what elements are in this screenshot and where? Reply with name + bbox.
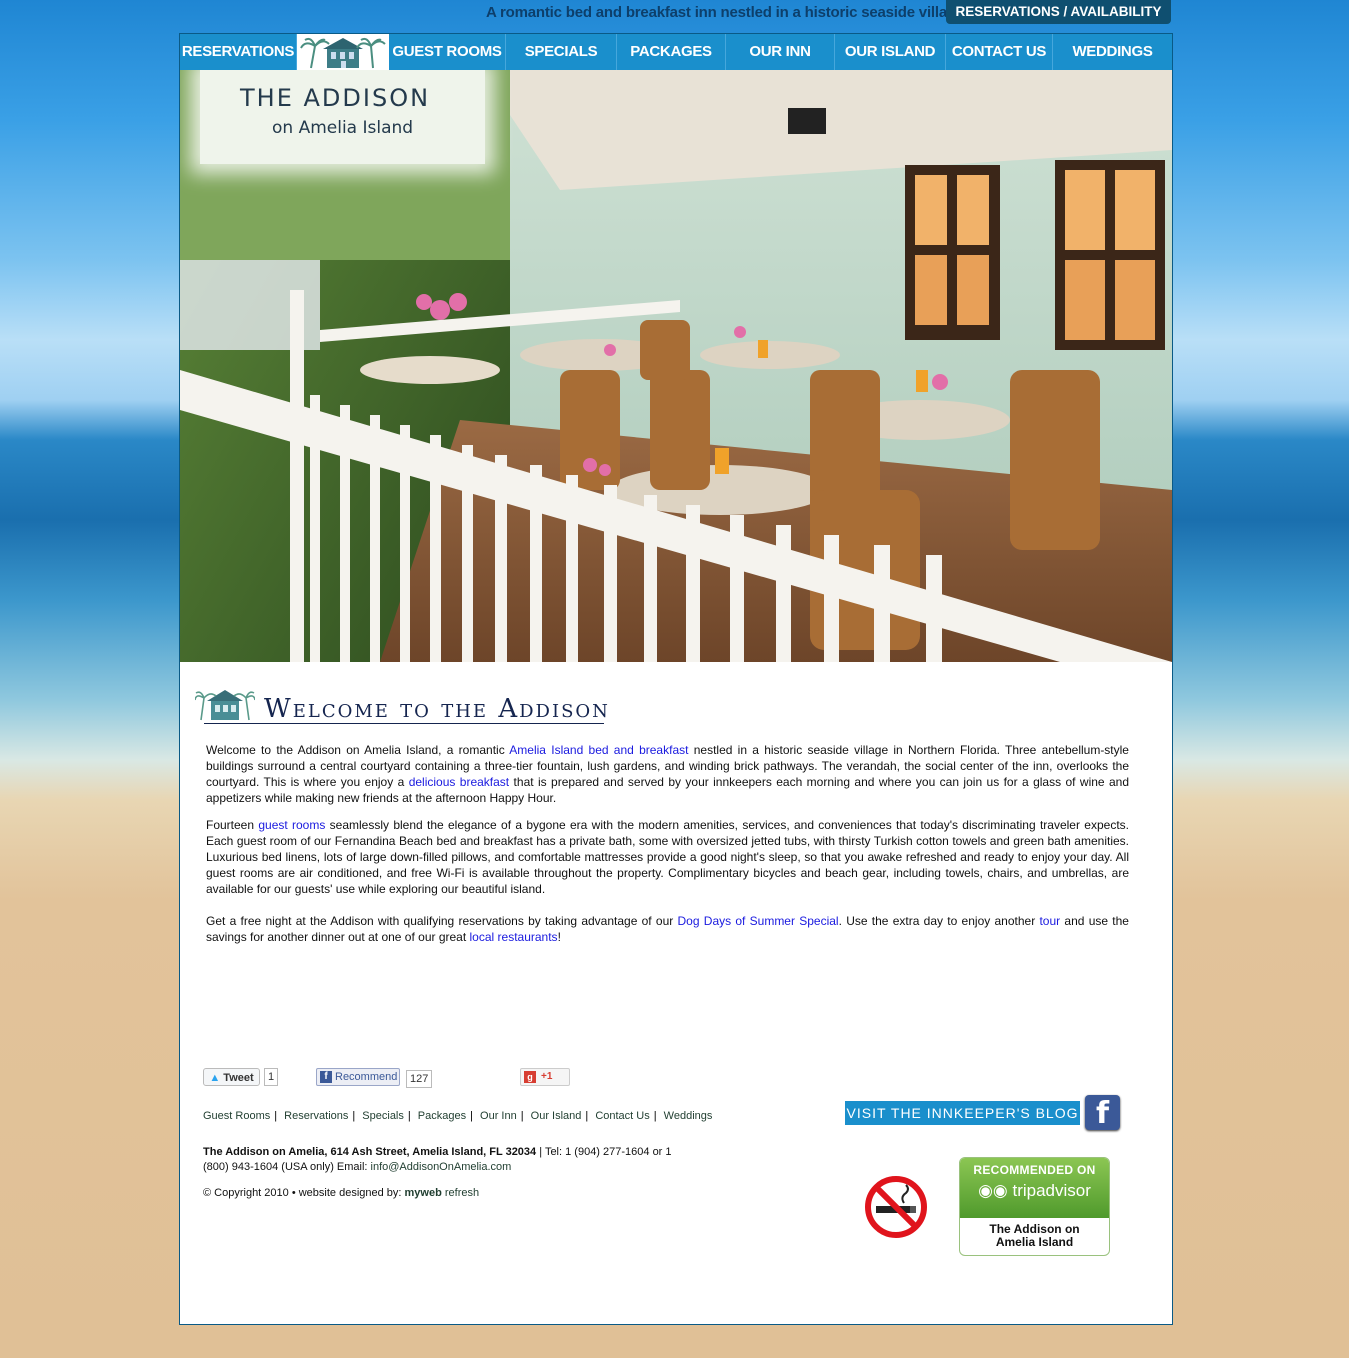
welcome-palm-icon (194, 684, 256, 727)
tweet-count: 1 (264, 1068, 279, 1086)
intro-text-1: Welcome to the Addison on Amelia Island,… (206, 743, 510, 757)
hero-image-verandah: THE ADDISON on Amelia Island (180, 70, 1172, 662)
google-plus-button[interactable]: g +1 (520, 1068, 570, 1086)
special-text-2: . Use the extra day to enjoy another (838, 914, 1040, 928)
designer-link-refresh[interactable]: refresh (442, 1187, 479, 1199)
recommend-label: Recommend (335, 1071, 398, 1083)
link-local-restaurants[interactable]: local restaurants (470, 930, 558, 944)
nav-weddings[interactable]: WEDDINGS (1053, 34, 1172, 70)
main-nav: RESERVATIONS GUEST ROOMS SPECIALS PACKAG… (180, 34, 1172, 70)
rooms-text-2: seamlessly blend the elegance of a bygon… (206, 818, 1129, 896)
link-delicious-breakfast[interactable]: delicious breakfast (409, 775, 509, 789)
twitter-bird-icon: ▲ (209, 1072, 221, 1084)
nav-reservations[interactable]: RESERVATIONS (180, 34, 297, 70)
special-text-1: Get a free night at the Addison with qua… (206, 914, 678, 928)
facebook-logo-icon[interactable]: f (1085, 1095, 1120, 1131)
email-link[interactable]: info@AddisonOnAmelia.com (371, 1161, 512, 1173)
tweet-label: Tweet (223, 1072, 254, 1084)
link-tour[interactable]: tour (1039, 914, 1060, 928)
nav-our-island[interactable]: OUR ISLAND (835, 34, 946, 70)
no-smoking-icon (864, 1175, 928, 1244)
address-line: The Addison on Amelia, 614 Ash Street, A… (203, 1146, 537, 1158)
tripadvisor-owl-icon: ◉◉ tripadvisor (978, 1181, 1091, 1201)
copyright-text: © Copyright 2010 • website designed by: (203, 1187, 405, 1199)
reservations-availability-button[interactable]: RESERVATIONS / AVAILABILITY (946, 0, 1171, 24)
footer-link-our-island[interactable]: Our Island (531, 1110, 582, 1122)
welcome-title: Welcome to the Addison (264, 694, 610, 724)
tripadvisor-badge[interactable]: RECOMMENDED ON ◉◉ tripadvisor The Addiso… (959, 1157, 1110, 1256)
social-buttons: ▲ Tweet 1 f Recommend 127 g +1 (180, 1068, 600, 1088)
facebook-icon: f (320, 1071, 332, 1083)
nav-specials[interactable]: SPECIALS (506, 34, 617, 70)
link-amelia-island-bb[interactable]: Amelia Island bed and breakfast (509, 743, 688, 757)
tweet-button[interactable]: ▲ Tweet (203, 1068, 260, 1086)
special-text-4: ! (557, 930, 561, 944)
recommend-count: 127 (406, 1070, 433, 1088)
rooms-text-1: Fourteen (206, 818, 259, 832)
nav-packages[interactable]: PACKAGES (617, 34, 726, 70)
footer-nav: Guest Rooms | Reservations | Specials | Pac… (203, 1110, 713, 1122)
special-paragraph: Get a free night at the Addison with qua… (206, 913, 1129, 945)
tripadvisor-property-name: The Addison on Amelia Island (989, 1222, 1080, 1249)
page-container: RESERVATIONS GUEST ROOMS SPECIALS PACKAG… (179, 33, 1173, 1325)
logo-title: THE ADDISON (240, 84, 431, 112)
innkeepers-blog-button[interactable]: VISIT THE INNKEEPER'S BLOG (845, 1101, 1080, 1125)
title-underline (204, 723, 604, 724)
gplus-label: +1 (541, 1071, 553, 1082)
nav-contact-us[interactable]: CONTACT US (946, 34, 1053, 70)
designer-link-myweb[interactable]: myweb (405, 1187, 442, 1199)
logo-palm-icon (297, 34, 389, 70)
intro-paragraph: Welcome to the Addison on Amelia Island,… (206, 742, 1129, 806)
logo[interactable]: THE ADDISON on Amelia Island (200, 70, 485, 164)
footer-link-specials[interactable]: Specials (362, 1110, 404, 1122)
footer-link-reservations[interactable]: Reservations (284, 1110, 348, 1122)
link-dog-days-special[interactable]: Dog Days of Summer Special (678, 914, 839, 928)
footer-link-packages[interactable]: Packages (418, 1110, 466, 1122)
footer-link-guest-rooms[interactable]: Guest Rooms (203, 1110, 270, 1122)
tripadvisor-recommended-label: RECOMMENDED ON (973, 1163, 1096, 1177)
link-guest-rooms[interactable]: guest rooms (258, 818, 325, 832)
copyright: © Copyright 2010 • website designed by: … (203, 1187, 479, 1199)
footer-link-our-inn[interactable]: Our Inn (480, 1110, 517, 1122)
footer-address: The Addison on Amelia, 614 Ash Street, A… (203, 1145, 683, 1175)
footer-link-contact-us[interactable]: Contact Us (595, 1110, 649, 1122)
nav-guest-rooms[interactable]: GUEST ROOMS (389, 34, 506, 70)
rooms-paragraph: Fourteen guest rooms seamlessly blend th… (206, 817, 1129, 897)
logo-subtitle: on Amelia Island (272, 118, 414, 138)
footer-link-weddings[interactable]: Weddings (664, 1110, 713, 1122)
tripadvisor-logo-text: tripadvisor (1012, 1181, 1091, 1200)
tagline: A romantic bed and breakfast inn nestled… (486, 4, 965, 21)
google-plus-icon: g (524, 1071, 536, 1083)
welcome-content: Welcome to the Addison on Amelia Island,… (206, 742, 1129, 956)
facebook-recommend-button[interactable]: f Recommend (316, 1068, 400, 1086)
nav-our-inn[interactable]: OUR INN (726, 34, 835, 70)
